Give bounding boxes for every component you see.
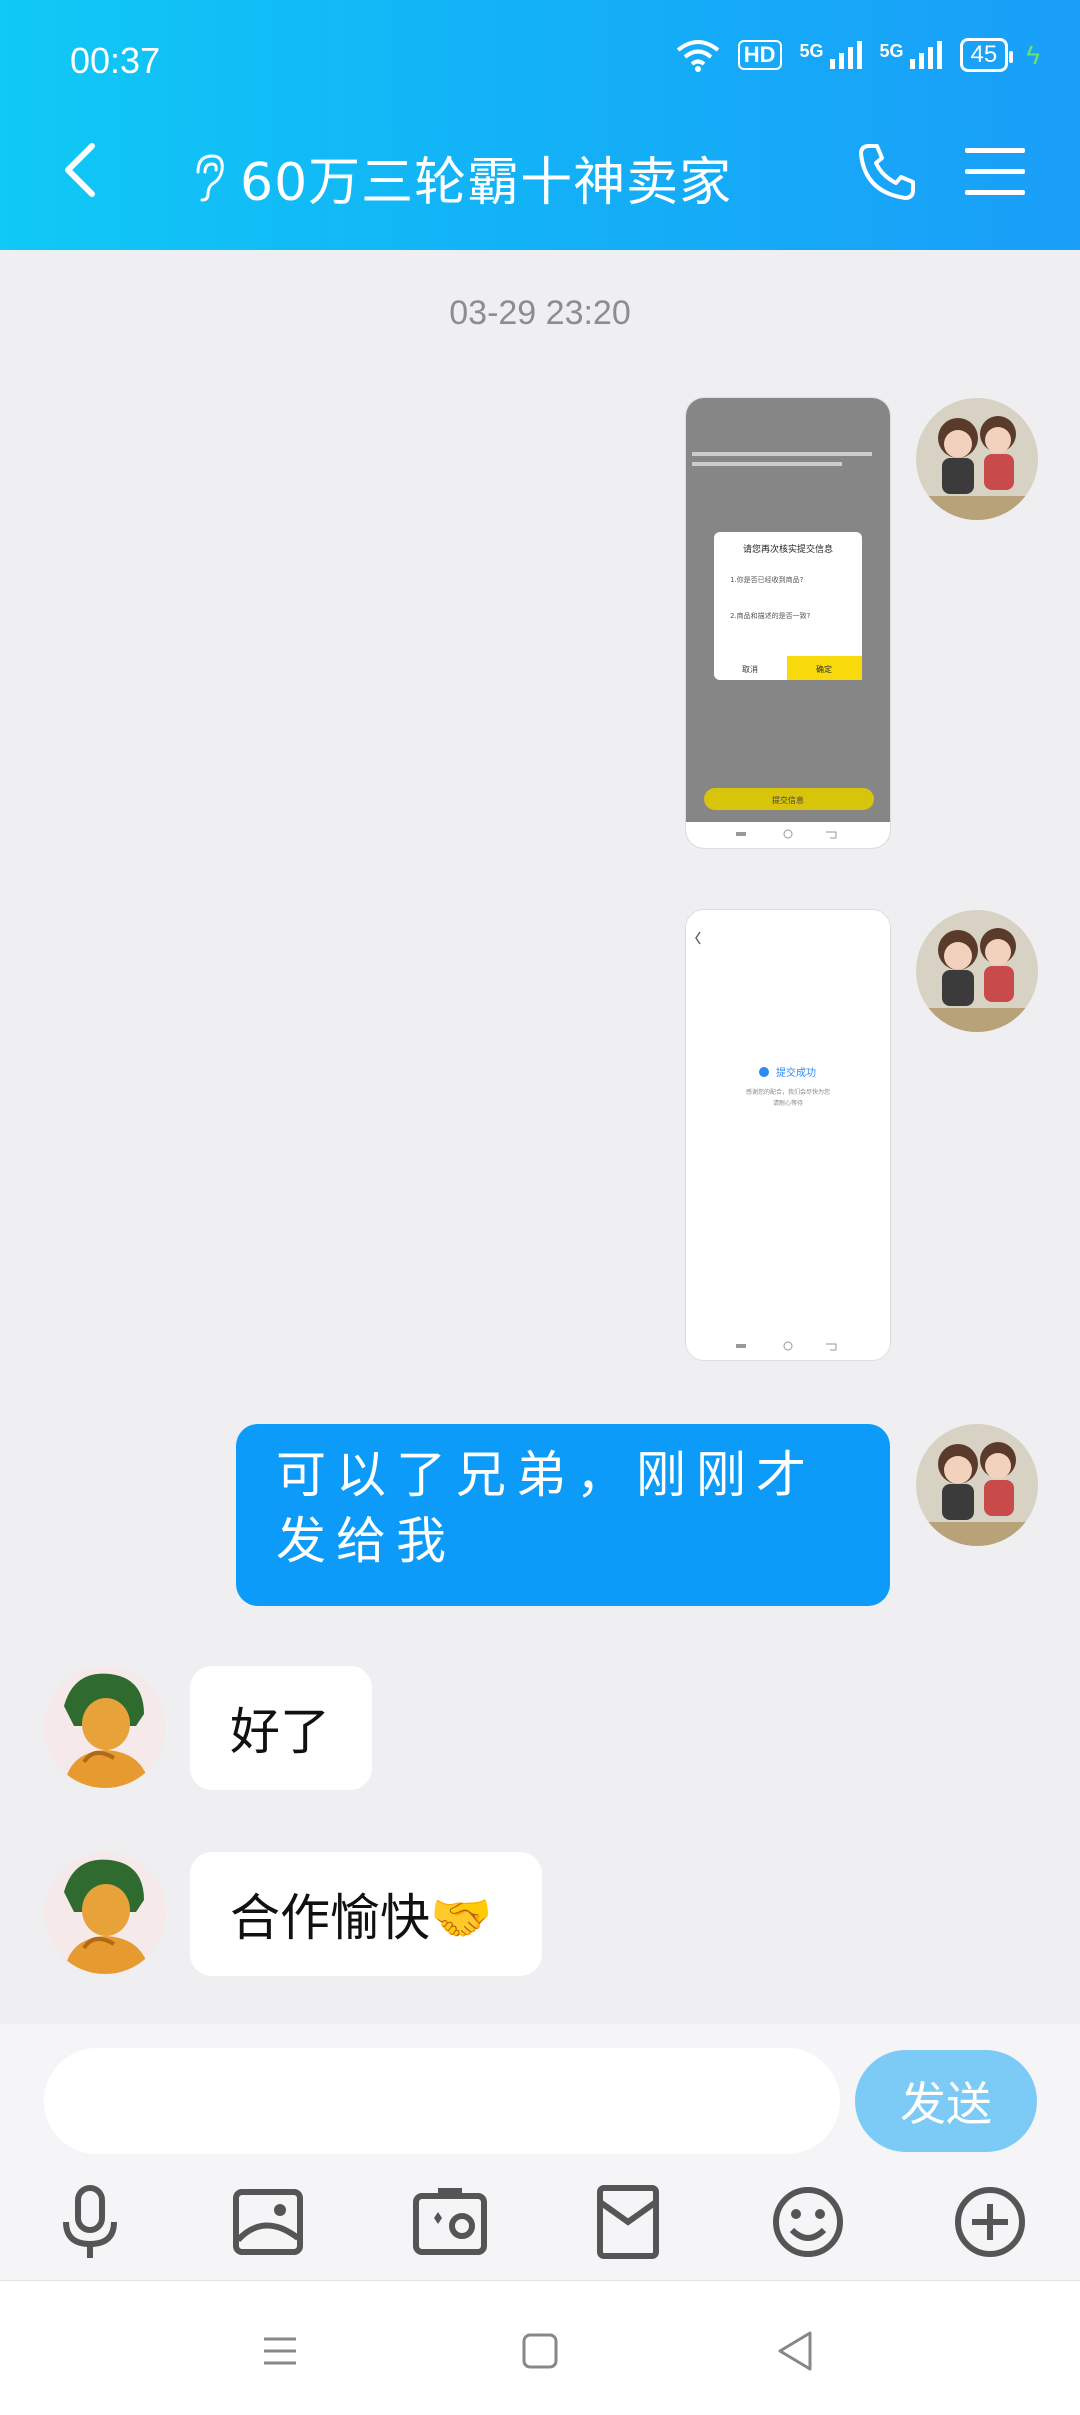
my-avatar-1[interactable] bbox=[916, 398, 1038, 520]
signal-icon-2: 5G bbox=[880, 41, 942, 69]
status-icons: HD 5G 5G 45 ϟ bbox=[676, 38, 1040, 72]
dialog-title: 请您再次核实提交信息 bbox=[743, 543, 833, 555]
hd-badge: HD bbox=[737, 40, 782, 70]
incoming-message-bubble-2[interactable]: 合作愉快🤝 bbox=[190, 1852, 542, 1976]
charging-icon: ϟ bbox=[1026, 39, 1040, 70]
battery-icon: 45 bbox=[959, 38, 1013, 72]
success-label: 提交成功 bbox=[776, 1066, 816, 1079]
chat-header: 00:37 HD 5G 5G 45 ϟ 60万三轮霸十神卖家 bbox=[0, 0, 1080, 250]
screenshot-thumbnail-2: 提交成功 感谢您的配合，我们会尽快为您 请耐心等待 bbox=[686, 910, 890, 1360]
contact-avatar-2[interactable] bbox=[44, 1852, 166, 1974]
image-message-2[interactable]: 提交成功 感谢您的配合，我们会尽快为您 请耐心等待 bbox=[686, 910, 890, 1360]
submit-label: 提交信息 bbox=[772, 795, 804, 805]
system-nav-bar bbox=[0, 2280, 1080, 2415]
ear-icon bbox=[196, 153, 224, 201]
dialog-q2: 2.商品和描述的是否一致? bbox=[730, 611, 811, 620]
message-input[interactable] bbox=[44, 2048, 840, 2154]
mic-icon[interactable] bbox=[50, 2182, 130, 2262]
image-message-1[interactable]: 请您再次核实提交信息 1.你是否已经收到商品? 2.商品和描述的是否一致? 取消… bbox=[686, 398, 890, 848]
my-avatar-3[interactable] bbox=[916, 1424, 1038, 1546]
red-packet-icon[interactable] bbox=[588, 2182, 668, 2262]
contact-avatar-1[interactable] bbox=[44, 1666, 166, 1788]
dialog-q1: 1.你是否已经收到商品? bbox=[730, 575, 804, 584]
screenshot-thumbnail-1: 请您再次核实提交信息 1.你是否已经收到商品? 2.商品和描述的是否一致? 取消… bbox=[686, 398, 890, 848]
home-icon[interactable] bbox=[510, 2321, 570, 2381]
back-nav-icon[interactable] bbox=[766, 2321, 826, 2381]
menu-button[interactable] bbox=[965, 148, 1025, 198]
my-avatar-2[interactable] bbox=[916, 910, 1038, 1032]
send-button[interactable]: 发送 bbox=[855, 2050, 1037, 2152]
phone-call-button[interactable] bbox=[855, 140, 919, 204]
image-icon[interactable] bbox=[228, 2182, 308, 2262]
emoji-icon[interactable] bbox=[768, 2182, 848, 2262]
outgoing-message-bubble[interactable]: 可以了兄弟，刚刚才发给我 bbox=[236, 1424, 890, 1606]
success-line1: 感谢您的配合，我们会尽快为您 bbox=[746, 1088, 830, 1096]
success-line2: 请耐心等待 bbox=[773, 1099, 803, 1107]
dialog-cancel: 取消 bbox=[742, 664, 758, 674]
plus-icon[interactable] bbox=[950, 2182, 1030, 2262]
chat-title: 60万三轮霸十神卖家 bbox=[240, 153, 733, 213]
camera-icon[interactable] bbox=[410, 2182, 490, 2262]
wifi-icon bbox=[676, 40, 719, 72]
signal-icon-1: 5G bbox=[800, 41, 862, 69]
status-time: 00:37 bbox=[70, 40, 161, 81]
message-timestamp: 03-29 23:20 bbox=[449, 294, 631, 332]
title-area[interactable]: 60万三轮霸十神卖家 bbox=[190, 140, 732, 215]
recent-apps-icon[interactable] bbox=[250, 2321, 310, 2381]
back-button[interactable] bbox=[60, 140, 100, 200]
input-bar: 发送 bbox=[0, 2024, 1080, 2280]
dialog-confirm: 确定 bbox=[816, 664, 832, 674]
incoming-message-bubble-1[interactable]: 好了 bbox=[190, 1666, 372, 1790]
